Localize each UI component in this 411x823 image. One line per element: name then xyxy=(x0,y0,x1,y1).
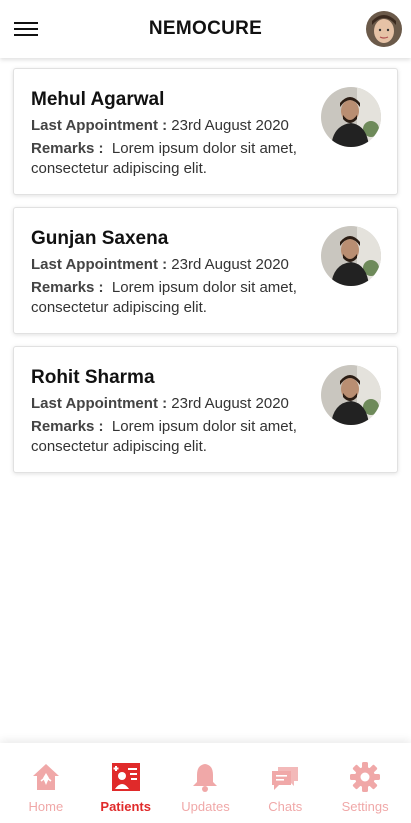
chat-icon xyxy=(269,761,301,793)
nav-patients[interactable]: Patients xyxy=(86,743,166,814)
patient-name: Rohit Sharma xyxy=(31,367,155,388)
nav-settings-label: Settings xyxy=(341,799,389,814)
patient-avatar xyxy=(321,226,381,286)
patient-name: Mehul Agarwal xyxy=(31,89,165,110)
app-header: NEMOCURE xyxy=(0,0,411,58)
patient-avatar xyxy=(321,87,381,147)
nav-patients-label: Patients xyxy=(100,799,151,814)
bell-icon xyxy=(189,761,221,793)
remarks: Remarks : Lorem ipsum dolor sit amet, co… xyxy=(31,278,321,318)
last-appointment: Last Appointment : 23rd August 2020 xyxy=(31,255,321,275)
appointment-date: 23rd August 2020 xyxy=(171,256,289,273)
user-avatar[interactable] xyxy=(366,11,402,47)
patient-name: Gunjan Saxena xyxy=(31,228,169,249)
remarks: Remarks : Lorem ipsum dolor sit amet, co… xyxy=(31,139,321,179)
patient-list: Mehul Agarwal Last Appointment : 23rd Au… xyxy=(13,68,398,485)
bottom-navigation: Home Patients Updates Chats Settings xyxy=(0,743,411,823)
last-appointment: Last Appointment : 23rd August 2020 xyxy=(31,394,321,414)
patient-card[interactable]: Gunjan Saxena Last Appointment : 23rd Au… xyxy=(13,207,398,334)
remarks-label: Remarks : xyxy=(31,279,104,296)
home-icon xyxy=(30,761,62,793)
gear-icon xyxy=(349,761,381,793)
remarks-label: Remarks : xyxy=(31,418,104,435)
nav-home-label: Home xyxy=(28,799,64,814)
patient-card[interactable]: Mehul Agarwal Last Appointment : 23rd Au… xyxy=(13,68,398,195)
nav-settings[interactable]: Settings xyxy=(325,743,405,814)
remarks: Remarks : Lorem ipsum dolor sit amet, co… xyxy=(31,417,321,457)
nav-updates[interactable]: Updates xyxy=(166,743,246,814)
nav-updates-label: Updates xyxy=(181,799,230,814)
hamburger-menu-icon[interactable] xyxy=(14,22,38,38)
patients-icon xyxy=(110,761,142,793)
appointment-date: 23rd August 2020 xyxy=(171,395,289,412)
appointment-label: Last Appointment : xyxy=(31,117,168,134)
last-appointment: Last Appointment : 23rd August 2020 xyxy=(31,116,321,136)
appointment-label: Last Appointment : xyxy=(31,256,168,273)
patient-avatar xyxy=(321,365,381,425)
nav-chats-label: Chats xyxy=(268,799,303,814)
nav-chats[interactable]: Chats xyxy=(245,743,325,814)
appointment-date: 23rd August 2020 xyxy=(171,117,289,134)
appointment-label: Last Appointment : xyxy=(31,395,168,412)
remarks-label: Remarks : xyxy=(31,140,104,157)
nav-home[interactable]: Home xyxy=(6,743,86,814)
app-title: NEMOCURE xyxy=(148,18,263,39)
patient-card[interactable]: Rohit Sharma Last Appointment : 23rd Aug… xyxy=(13,346,398,473)
